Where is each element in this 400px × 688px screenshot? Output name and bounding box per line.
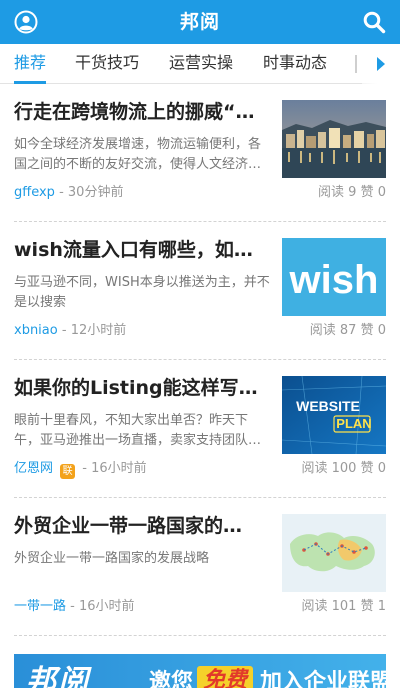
article-time: 16小时前 [91, 461, 147, 476]
article-title[interactable]: 行走在跨境物流上的挪威“… [14, 99, 272, 125]
article-meta: gffexp - 30分钟前 [14, 185, 124, 200]
wish-logo-text: wish [289, 258, 379, 302]
banner-text-invite: 邀您 [149, 670, 194, 688]
article-time: 16小时前 [78, 599, 135, 614]
wish-logo-thumbnail[interactable]: wish [282, 238, 386, 316]
like-count: 赞 0 [360, 185, 386, 200]
tab-tips[interactable]: 干货技巧 [75, 44, 139, 84]
article-summary: 外贸企业一带一路国家的发展战略 [14, 551, 210, 566]
article-stats: 阅读 9 赞 0 [318, 184, 386, 202]
divider [14, 635, 386, 636]
article-author[interactable]: xbniao [14, 323, 58, 338]
like-count: 赞 0 [360, 323, 386, 338]
harbor-town-thumbnail[interactable] [282, 100, 386, 178]
plan-text: PLAN [336, 416, 371, 431]
tab-operations[interactable]: 运营实操 [169, 44, 233, 84]
article-summary: 眼前十里春风，不知大家出单否？昨天下午，亚马逊推出一场直播，卖家支持团队… [14, 413, 262, 448]
article-card[interactable]: 行走在跨境物流上的挪威“… 如今全球经济发展增速，物流运输便利，各国之间的不断的… [14, 84, 386, 222]
article-stats: 阅读 101 赞 1 [302, 598, 387, 616]
partner-badge: 联 [60, 464, 76, 479]
app-header: 邦阅 [0, 0, 400, 44]
article-stats: 阅读 100 赞 0 [302, 460, 387, 478]
article-summary: 与亚马逊不同，WISH本身以推送为主，并不是以搜索 [14, 275, 270, 310]
read-count: 阅读 101 [301, 599, 357, 614]
article-title[interactable]: 如果你的Listing能这样写… [14, 375, 272, 401]
read-count: 阅读 9 [318, 185, 357, 200]
article-title[interactable]: wish流量入口有哪些，如… [14, 237, 272, 263]
article-stats: 阅读 87 赞 0 [310, 322, 386, 340]
website-plan-thumbnail[interactable]: WEBSITE PLAN [282, 376, 386, 454]
banner-free-badge: 免费 [197, 666, 253, 688]
read-count: 阅读 100 [301, 461, 357, 476]
article-card[interactable]: 外贸企业一带一路国家的… 外贸企业一带一路国家的发展战略 一带一路 - 16小时… [14, 498, 386, 636]
article-meta: 一带一路 - 16小时前 [14, 599, 135, 614]
tab-recommend[interactable]: 推荐 [14, 44, 47, 84]
article-title[interactable]: 外贸企业一带一路国家的… [14, 513, 272, 539]
article-card[interactable]: 如果你的Listing能这样写… 眼前十里春风，不知大家出单否？昨天下午，亚马逊… [14, 360, 386, 498]
promo-banner[interactable]: 邦阅 邀您 免费 加入企业联盟 [14, 654, 386, 688]
article-card[interactable]: wish流量入口有哪些，如… 与亚马逊不同，WISH本身以推送为主，并不是以搜索… [14, 222, 386, 360]
article-author[interactable]: gffexp [14, 185, 55, 200]
article-meta: xbniao - 12小时前 [14, 323, 127, 338]
read-count: 阅读 87 [309, 323, 357, 338]
tab-overflow-hint [355, 55, 357, 73]
tab-scroll-right-icon[interactable] [377, 57, 385, 71]
belt-road-map-thumbnail[interactable] [282, 514, 386, 592]
search-icon[interactable] [362, 10, 386, 34]
banner-logo-text: 邦阅 [26, 664, 90, 688]
article-summary: 如今全球经济发展增速，物流运输便利，各国之间的不断的友好交流，使得人文经济… [14, 137, 262, 172]
tab-news[interactable]: 时事动态 [263, 44, 327, 84]
category-tabs: 推荐 干货技巧 运营实操 时事动态 [0, 44, 400, 84]
banner-text-join: 加入企业联盟 [260, 670, 386, 688]
like-count: 赞 1 [360, 599, 386, 614]
app-title: 邦阅 [179, 11, 220, 33]
article-meta: 亿恩网 联 - 16小时前 [14, 461, 147, 479]
like-count: 赞 0 [360, 461, 386, 476]
article-author[interactable]: 亿恩网 [14, 461, 53, 476]
article-time: 30分钟前 [67, 185, 124, 200]
website-text: WEBSITE [296, 398, 360, 414]
article-time: 12小时前 [70, 323, 127, 338]
article-author[interactable]: 一带一路 [14, 599, 66, 614]
